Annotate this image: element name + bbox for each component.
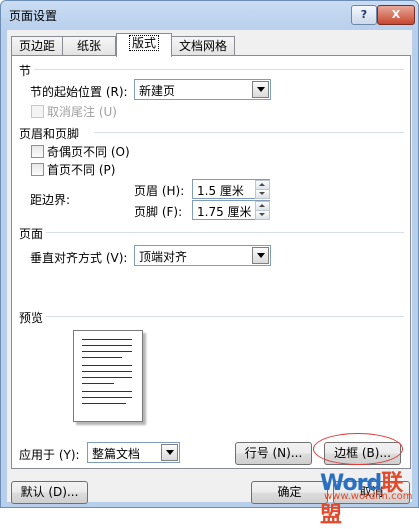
help-button[interactable]: ?: [351, 5, 377, 25]
preview-line: [82, 365, 132, 366]
tab-label: 文档网格: [178, 39, 227, 53]
divider: [34, 69, 404, 70]
tab-paper[interactable]: 纸张: [62, 36, 116, 56]
chevron-down-icon[interactable]: [161, 444, 178, 461]
first-page-checkbox[interactable]: [31, 163, 44, 176]
tab-margins[interactable]: 页边距: [11, 36, 63, 56]
vertical-alignment-value: 顶端对齐: [139, 250, 188, 264]
page-setup-dialog: 页面设置 ? X 页边距 纸张 版式 文档网格 节 节的起始位置 (R): 新建…: [0, 0, 419, 508]
preview-line: [82, 357, 122, 358]
divider: [94, 132, 404, 133]
preview-line: [82, 377, 132, 378]
section-start-label: 节的起始位置 (R):: [30, 85, 128, 99]
dialog-client: 页边距 纸张 版式 文档网格 节 节的起始位置 (R): 新建页 取消尾注 (U…: [7, 30, 412, 504]
preview-line: [82, 397, 132, 398]
divider: [46, 316, 404, 317]
ok-button[interactable]: 确定: [251, 481, 328, 504]
section-heading: 节: [19, 64, 32, 78]
divider: [46, 232, 404, 233]
preview-line: [82, 391, 132, 392]
preview-line: [82, 383, 114, 384]
tab-label: 版式: [128, 35, 160, 51]
apply-to-label: 应用于 (Y):: [19, 448, 80, 462]
preview-line: [82, 345, 132, 346]
watermark-logo: Word联盟 www.wordlm.com: [320, 465, 415, 528]
suppress-endnotes-label: 取消尾注 (U): [47, 105, 117, 119]
spinner-buttons: [255, 180, 270, 199]
header-distance-spinner[interactable]: 1.5 厘米: [192, 179, 270, 199]
preview-page-thumbnail: [73, 330, 143, 422]
preview-line: [82, 403, 126, 404]
footer-distance-label: 页脚 (F):: [134, 205, 183, 219]
tab-layout[interactable]: 版式: [116, 33, 172, 57]
dialog-title: 页面设置: [9, 9, 58, 23]
preview-line: [82, 351, 132, 352]
odd-even-checkbox[interactable]: [31, 145, 44, 158]
section-start-value: 新建页: [139, 84, 176, 98]
odd-even-label: 奇偶页不同 (O): [47, 145, 130, 159]
spin-down-icon[interactable]: [255, 189, 270, 199]
tab-document-grid[interactable]: 文档网格: [171, 36, 235, 56]
suppress-endnotes-checkbox[interactable]: [31, 105, 44, 118]
line-numbers-button[interactable]: 行号 (N)...: [235, 442, 312, 465]
title-bar[interactable]: 页面设置 ? X: [1, 1, 418, 29]
watermark-url: www.wordlm.com: [324, 491, 413, 502]
apply-to-value: 整篇文档: [92, 447, 141, 461]
header-distance-label: 页眉 (H):: [134, 184, 185, 198]
spinner-buttons: [255, 201, 270, 220]
headers-footers-heading: 页眉和页脚: [19, 127, 80, 141]
from-edge-label: 距边界:: [30, 193, 71, 207]
chevron-down-icon[interactable]: [252, 247, 269, 264]
section-start-select[interactable]: 新建页: [134, 79, 271, 100]
layout-panel: 节 节的起始位置 (R): 新建页 取消尾注 (U) 页眉和页脚 奇偶页不同 (…: [11, 55, 411, 469]
tab-label: 纸张: [76, 39, 101, 53]
close-button[interactable]: X: [377, 5, 415, 25]
preview-line: [82, 371, 132, 372]
highlight-circle: [313, 433, 403, 465]
page-heading: 页面: [19, 227, 44, 241]
chevron-down-icon[interactable]: [252, 81, 269, 98]
apply-to-select[interactable]: 整篇文档: [87, 442, 180, 463]
footer-distance-value: 1.75 厘米: [197, 205, 252, 219]
header-distance-value: 1.5 厘米: [197, 184, 244, 198]
footer-distance-spinner[interactable]: 1.75 厘米: [192, 200, 270, 220]
vertical-alignment-select[interactable]: 顶端对齐: [134, 245, 271, 266]
spin-down-icon[interactable]: [255, 210, 270, 220]
preview-heading: 预览: [19, 311, 44, 325]
tab-label: 页边距: [18, 39, 55, 53]
preview-line: [82, 339, 132, 340]
default-button[interactable]: 默认 (D)...: [11, 481, 88, 504]
first-page-label: 首页不同 (P): [47, 163, 116, 177]
vertical-alignment-label: 垂直对齐方式 (V):: [30, 251, 128, 265]
